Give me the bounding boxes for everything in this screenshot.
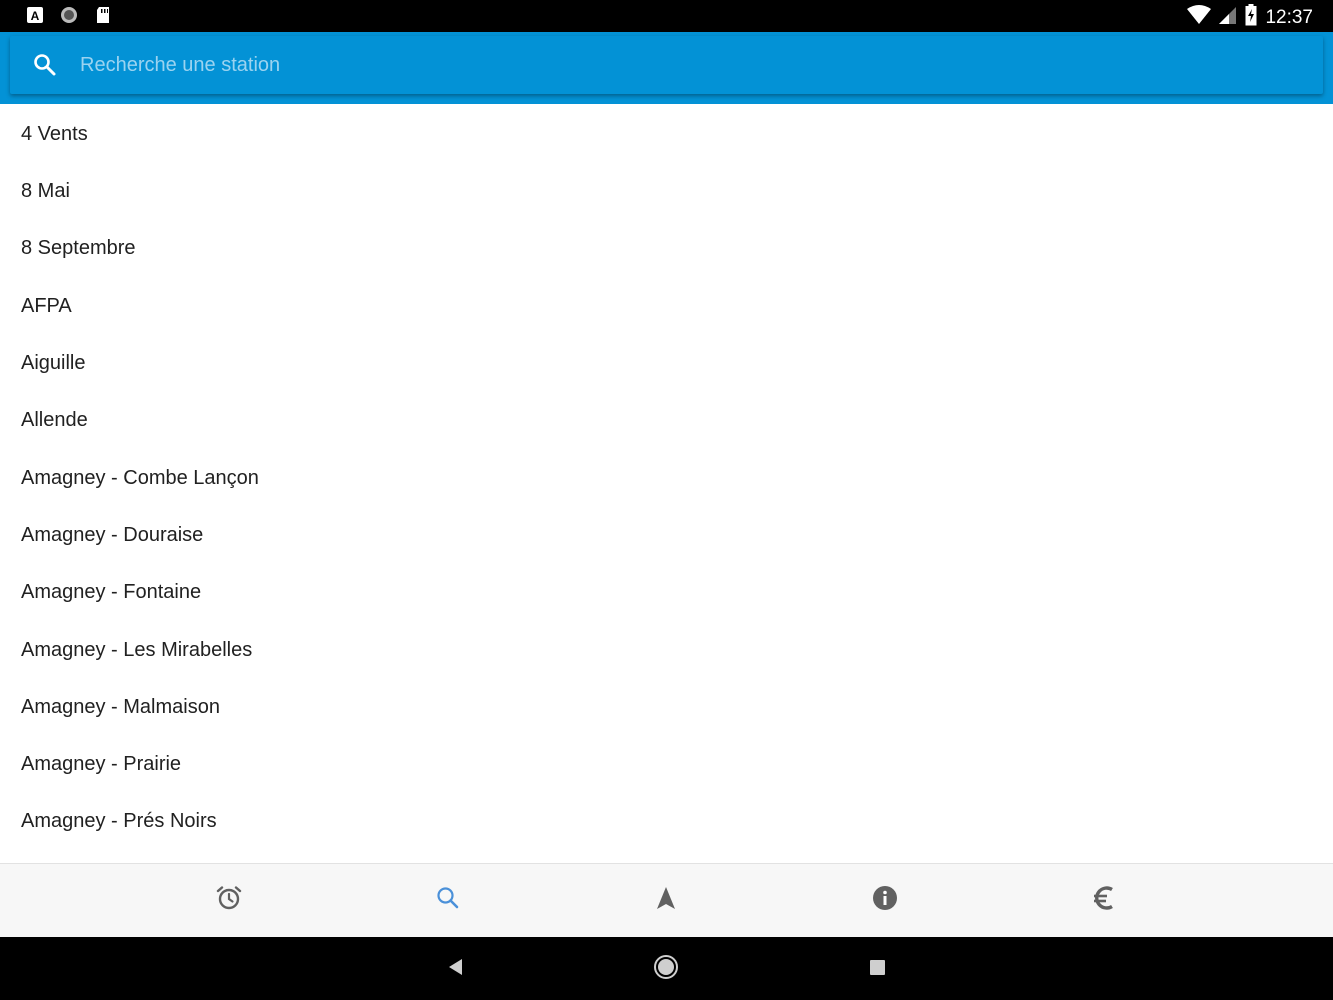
search-input[interactable] [80,46,1280,84]
station-item[interactable]: Allende [0,392,1333,449]
station-item[interactable]: Aiguille [0,335,1333,392]
system-navigation-bar [0,937,1333,1000]
app-bar [0,32,1333,104]
status-left-icons: A [26,6,112,24]
euro-icon [1090,884,1118,917]
station-item[interactable]: Amagney - Malmaison [0,679,1333,736]
a-box-icon: A [26,6,44,24]
nav-search[interactable] [428,880,468,920]
station-item[interactable]: Amagney - Combe Lançon [0,449,1333,506]
station-item[interactable]: Amagney - Douraise [0,507,1333,564]
nav-fares[interactable] [1084,880,1124,920]
search-bar[interactable] [10,36,1323,94]
bottom-navigation [0,863,1333,937]
back-triangle-icon [446,957,466,982]
info-icon [871,884,899,917]
home-circle-icon [653,954,679,985]
wifi-icon [1187,5,1212,30]
station-item[interactable]: Amagney - Prés Noirs [0,793,1333,850]
circle-icon [60,6,78,24]
nav-schedules[interactable] [209,880,249,920]
station-item[interactable]: 8 Septembre [0,220,1333,277]
recents-square-icon [867,957,887,982]
alarm-clock-icon [215,884,243,917]
home-button[interactable] [653,954,679,985]
battery-charging-icon [1245,4,1257,31]
navigation-arrow-icon [652,884,680,917]
station-item[interactable]: AFPA [0,278,1333,335]
signal-icon [1219,5,1237,30]
station-item[interactable]: Amagney - Fontaine [0,564,1333,621]
back-button[interactable] [443,956,469,982]
station-item[interactable]: Amagney - Les Mirabelles [0,621,1333,678]
nav-navigation[interactable] [646,880,686,920]
nav-info[interactable] [865,880,905,920]
station-item[interactable]: 4 Vents [0,105,1333,163]
station-item[interactable]: 8 Mai [0,163,1333,220]
sd-card-icon [94,6,112,24]
svg-text:A: A [31,9,40,23]
station-list: 4 Vents 8 Mai 8 Septembre AFPA Aiguille … [0,105,1333,863]
search-icon[interactable] [32,52,58,78]
clock: 12:37 [1265,6,1313,28]
status-right-icons: 12:37 [1187,4,1313,31]
recents-button[interactable] [864,956,890,982]
status-bar: A 12:37 [0,0,1333,32]
search-icon [434,884,462,917]
station-item[interactable]: Amagney - Prairie [0,736,1333,793]
